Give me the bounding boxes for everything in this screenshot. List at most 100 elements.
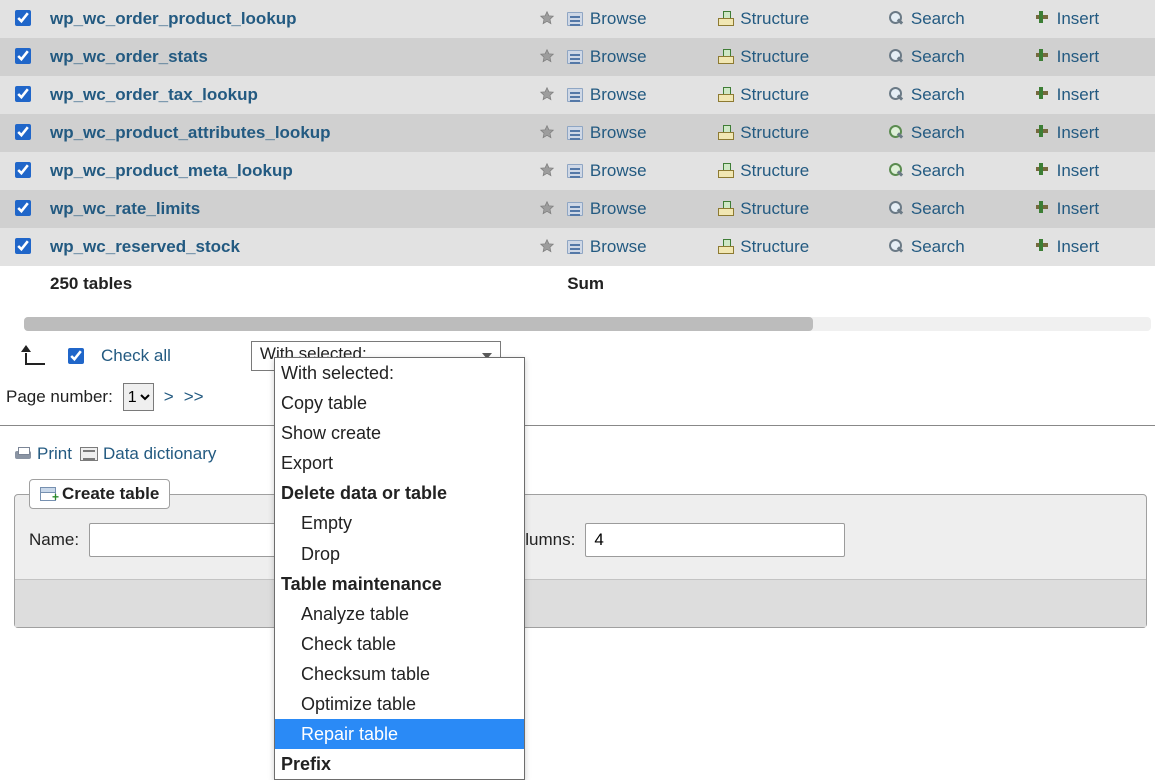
browse-icon bbox=[567, 12, 583, 26]
insert-link[interactable]: Insert bbox=[1057, 123, 1100, 142]
browse-link[interactable]: Browse bbox=[590, 47, 647, 66]
browse-icon bbox=[567, 202, 583, 216]
structure-icon bbox=[718, 238, 734, 254]
create-table-legend: Create table bbox=[29, 479, 170, 509]
dropdown-option[interactable]: Empty bbox=[275, 508, 524, 538]
bulk-toolbar: Check all With selected: bbox=[0, 337, 1155, 373]
insert-icon bbox=[1034, 86, 1050, 102]
table-name-link[interactable]: wp_wc_order_tax_lookup bbox=[50, 85, 258, 104]
structure-link[interactable]: Structure bbox=[740, 161, 809, 180]
dropdown-option[interactable]: Export bbox=[275, 448, 524, 478]
search-link[interactable]: Search bbox=[911, 85, 965, 104]
table-name-link[interactable]: wp_wc_order_stats bbox=[50, 47, 208, 66]
browse-link[interactable]: Browse bbox=[590, 123, 647, 142]
printer-icon bbox=[14, 446, 32, 462]
insert-link[interactable]: Insert bbox=[1057, 237, 1100, 256]
search-link[interactable]: Search bbox=[911, 161, 965, 180]
pager-last[interactable]: >> bbox=[184, 387, 204, 407]
table-row: wp_wc_order_stats Browse Structure Searc… bbox=[0, 38, 1155, 76]
tables-count: 250 tables bbox=[44, 266, 525, 308]
insert-link[interactable]: Insert bbox=[1057, 47, 1100, 66]
table-name-link[interactable]: wp_wc_reserved_stock bbox=[50, 237, 240, 256]
pager: Page number: 1 > >> bbox=[0, 373, 1155, 425]
summary-row: 250 tablesSum bbox=[0, 266, 1155, 308]
data-dictionary-label: Data dictionary bbox=[103, 444, 216, 464]
insert-link[interactable]: Insert bbox=[1057, 9, 1100, 28]
table-name-link[interactable]: wp_wc_product_meta_lookup bbox=[50, 161, 293, 180]
row-checkbox[interactable] bbox=[15, 238, 31, 254]
browse-icon bbox=[567, 88, 583, 102]
horizontal-scrollbar[interactable] bbox=[24, 317, 1151, 331]
search-link[interactable]: Search bbox=[911, 123, 965, 142]
pager-next[interactable]: > bbox=[164, 387, 174, 407]
structure-link[interactable]: Structure bbox=[740, 47, 809, 66]
dropdown-option[interactable]: Copy table bbox=[275, 388, 524, 418]
create-cols-input[interactable] bbox=[585, 523, 845, 557]
row-checkbox[interactable] bbox=[15, 124, 31, 140]
print-label: Print bbox=[37, 444, 72, 464]
dropdown-option[interactable]: Checksum table bbox=[275, 659, 524, 689]
dropdown-option[interactable]: Analyze table bbox=[275, 599, 524, 629]
dropdown-option[interactable]: Repair table bbox=[275, 719, 524, 749]
browse-icon bbox=[567, 164, 583, 178]
dropdown-option[interactable]: Drop bbox=[275, 539, 524, 569]
table-row: wp_wc_order_product_lookup Browse Struct… bbox=[0, 0, 1155, 38]
structure-link[interactable]: Structure bbox=[740, 199, 809, 218]
browse-link[interactable]: Browse bbox=[590, 199, 647, 218]
row-checkbox[interactable] bbox=[15, 10, 31, 26]
structure-link[interactable]: Structure bbox=[740, 123, 809, 142]
structure-link[interactable]: Structure bbox=[740, 9, 809, 28]
insert-icon bbox=[1034, 238, 1050, 254]
search-link[interactable]: Search bbox=[911, 237, 965, 256]
table-name-link[interactable]: wp_wc_rate_limits bbox=[50, 199, 200, 218]
check-all-checkbox[interactable] bbox=[68, 348, 84, 364]
create-name-label: Name: bbox=[29, 530, 79, 550]
dropdown-option[interactable]: Check table bbox=[275, 629, 524, 659]
row-checkbox[interactable] bbox=[15, 162, 31, 178]
browse-link[interactable]: Browse bbox=[590, 161, 647, 180]
favorite-star-icon[interactable] bbox=[539, 162, 555, 178]
structure-link[interactable]: Structure bbox=[740, 85, 809, 104]
favorite-star-icon[interactable] bbox=[539, 86, 555, 102]
row-checkbox[interactable] bbox=[15, 200, 31, 216]
search-link[interactable]: Search bbox=[911, 9, 965, 28]
browse-link[interactable]: Browse bbox=[590, 85, 647, 104]
check-all-label[interactable]: Check all bbox=[101, 346, 171, 366]
structure-icon bbox=[718, 200, 734, 216]
favorite-star-icon[interactable] bbox=[539, 48, 555, 64]
row-checkbox[interactable] bbox=[15, 48, 31, 64]
insert-link[interactable]: Insert bbox=[1057, 85, 1100, 104]
browse-link[interactable]: Browse bbox=[590, 237, 647, 256]
print-link[interactable]: Print bbox=[14, 444, 72, 464]
structure-icon bbox=[718, 48, 734, 64]
page-number-label: Page number: bbox=[6, 387, 113, 407]
with-selected-dropdown[interactable]: With selected:Copy tableShow createExpor… bbox=[274, 357, 525, 780]
tables-list: wp_wc_order_product_lookup Browse Struct… bbox=[0, 0, 1155, 308]
insert-link[interactable]: Insert bbox=[1057, 161, 1100, 180]
favorite-star-icon[interactable] bbox=[539, 124, 555, 140]
search-link[interactable]: Search bbox=[911, 199, 965, 218]
search-link[interactable]: Search bbox=[911, 47, 965, 66]
search-icon bbox=[888, 200, 904, 216]
browse-link[interactable]: Browse bbox=[590, 9, 647, 28]
structure-link[interactable]: Structure bbox=[740, 237, 809, 256]
page-number-select[interactable]: 1 bbox=[123, 383, 154, 411]
dropdown-group: Delete data or table bbox=[275, 478, 524, 508]
search-icon bbox=[888, 124, 904, 140]
dropdown-group: Prefix bbox=[275, 749, 524, 779]
dropdown-option[interactable]: Show create bbox=[275, 418, 524, 448]
dictionary-icon bbox=[80, 447, 98, 461]
dropdown-option[interactable]: With selected: bbox=[275, 358, 524, 388]
favorite-star-icon[interactable] bbox=[539, 10, 555, 26]
dropdown-option[interactable]: Optimize table bbox=[275, 689, 524, 719]
favorite-star-icon[interactable] bbox=[539, 238, 555, 254]
search-icon bbox=[888, 238, 904, 254]
table-name-link[interactable]: wp_wc_product_attributes_lookup bbox=[50, 123, 331, 142]
insert-link[interactable]: Insert bbox=[1057, 199, 1100, 218]
search-icon bbox=[888, 162, 904, 178]
table-name-link[interactable]: wp_wc_order_product_lookup bbox=[50, 9, 297, 28]
row-checkbox[interactable] bbox=[15, 86, 31, 102]
data-dictionary-link[interactable]: Data dictionary bbox=[80, 444, 216, 464]
structure-icon bbox=[718, 162, 734, 178]
favorite-star-icon[interactable] bbox=[539, 200, 555, 216]
